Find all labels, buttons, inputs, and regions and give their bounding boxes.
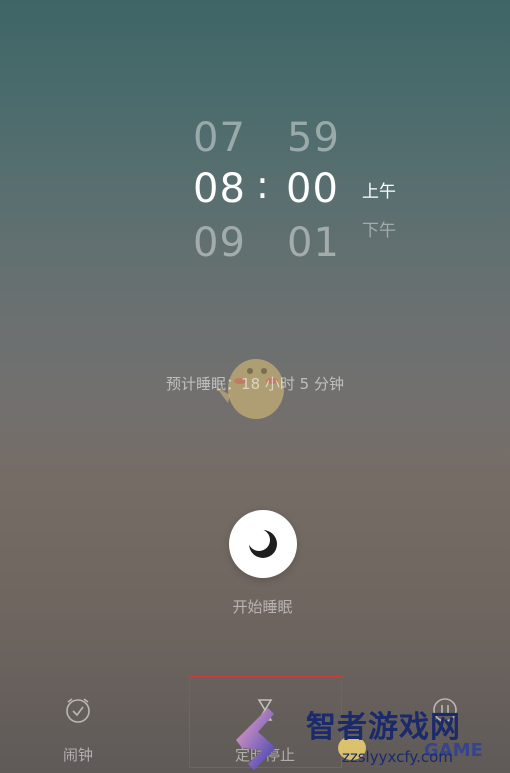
start-sleep-label: 开始睡眠 <box>232 598 293 616</box>
time-picker[interactable]: 07 08 09 : 59 00 01 上午 下午 <box>0 0 510 280</box>
hour-selected[interactable]: 08 <box>193 166 246 212</box>
minute-selected[interactable]: 00 <box>286 166 339 212</box>
minute-next[interactable]: 01 <box>287 220 340 266</box>
hour-next[interactable]: 09 <box>193 220 246 266</box>
pm-option[interactable]: 下午 <box>362 216 396 241</box>
nav-alarm[interactable]: 闹钟 <box>33 690 123 770</box>
hour-prev[interactable]: 07 <box>193 115 246 161</box>
am-option[interactable]: 上午 <box>362 177 396 202</box>
time-separator: : <box>256 163 269 207</box>
watermark-url: zzslyyxcfy.com <box>342 748 453 766</box>
alarm-check-icon <box>66 698 90 723</box>
moon-icon <box>248 529 277 558</box>
start-sleep-button[interactable] <box>229 510 297 578</box>
minute-prev[interactable]: 59 <box>287 115 340 161</box>
estimated-sleep-text: 预计睡眠：18 小时 5 分钟 <box>166 375 344 393</box>
nav-alarm-label: 闹钟 <box>62 746 93 764</box>
